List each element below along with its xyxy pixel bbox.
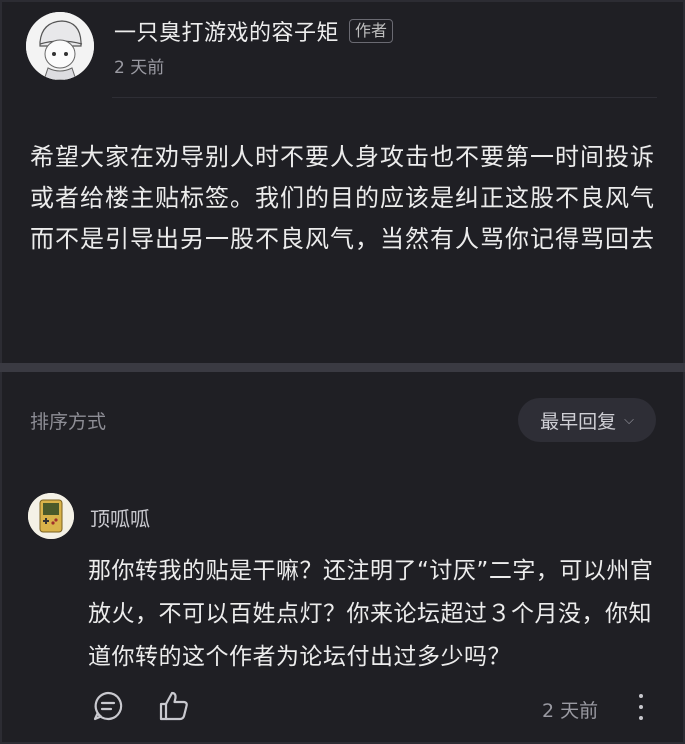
author-avatar-image (26, 12, 94, 80)
gameboy-avatar-image (28, 493, 74, 539)
dot (639, 716, 643, 720)
post-header: 一只臭打游戏的容子矩 作者 2 天前 (26, 12, 394, 80)
sort-order-button[interactable]: 最早回复 ⌵ (518, 398, 656, 442)
post-time: 2 天前 (114, 57, 165, 78)
header-divider (112, 97, 657, 98)
reply-icon[interactable] (92, 690, 124, 722)
like-icon[interactable] (158, 690, 190, 722)
chevron-down-icon: ⌵ (624, 412, 634, 428)
commenter-name[interactable]: 顶呱呱 (90, 503, 150, 532)
commenter-avatar[interactable] (28, 493, 74, 539)
author-badge: 作者 (349, 18, 394, 43)
sort-label: 排序方式 (30, 411, 107, 433)
comment-body: 那你转我的贴是干嘛？还注明了“讨厌”二字，可以州官放火，不可以百姓点灯？你来论坛… (88, 558, 654, 670)
dot (639, 705, 643, 709)
dot (639, 694, 643, 698)
sort-order-label: 最早回复 (540, 410, 617, 433)
post-body: 希望大家在劝导别人时不要人身攻击也不要第一时间投诉或者给楼主贴标签。我们的目的应… (30, 143, 655, 253)
comment-time: 2 天前 (542, 700, 599, 722)
section-divider (0, 363, 685, 372)
author-avatar[interactable] (26, 12, 94, 80)
more-options-icon[interactable] (634, 694, 648, 720)
comment-actions (92, 690, 224, 722)
author-name[interactable]: 一只臭打游戏的容子矩 (114, 15, 339, 47)
